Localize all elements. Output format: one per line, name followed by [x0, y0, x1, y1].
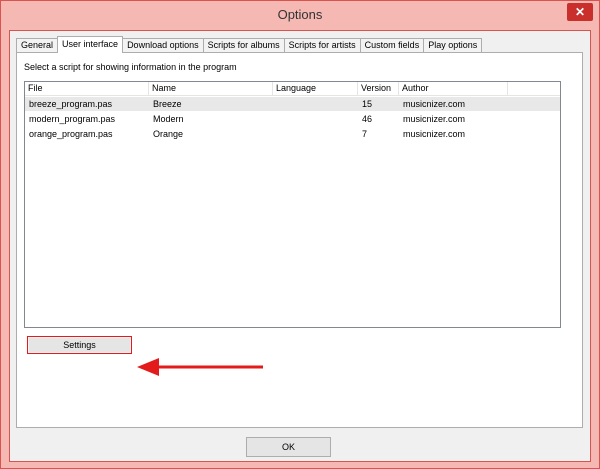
list-item[interactable]: orange_program.pas Orange 7 musicnizer.c… [25, 127, 560, 141]
column-header-author[interactable]: Author [399, 82, 508, 96]
tab-play-options[interactable]: Play options [423, 38, 483, 53]
cell-language [273, 97, 358, 111]
cell-file: modern_program.pas [29, 114, 116, 124]
scripts-list[interactable]: File Name Language Version Author breeze… [24, 81, 561, 328]
tab-custom-fields[interactable]: Custom fields [359, 38, 425, 53]
cell-name: Orange [153, 129, 184, 139]
tab-general[interactable]: General [16, 38, 59, 53]
red-arrow-icon [137, 358, 263, 376]
dialog-client-area: General User interface Download options … [9, 30, 591, 462]
cell-author: musicnizer.com [403, 99, 466, 109]
user-interface-panel: Select a script for showing information … [16, 52, 583, 428]
cell-author: musicnizer.com [403, 114, 466, 124]
settings-button[interactable]: Settings [27, 336, 132, 354]
list-header: File Name Language Version Author [25, 82, 560, 96]
list-item[interactable]: modern_program.pas Modern 46 musicnizer.… [25, 112, 560, 126]
cell-version: 15 [362, 99, 373, 109]
cell-language [273, 127, 358, 141]
column-header-file[interactable]: File [25, 82, 149, 96]
tab-strip: General User interface Download options … [16, 36, 483, 53]
tab-download-options[interactable]: Download options [122, 38, 204, 53]
cell-version: 46 [362, 114, 373, 124]
close-button[interactable]: ✕ [567, 3, 593, 21]
list-item[interactable]: breeze_program.pas Breeze 15 musicnizer.… [25, 97, 560, 111]
options-window: Options ✕ General User interface Downloa… [0, 0, 600, 469]
cell-version: 7 [362, 129, 368, 139]
close-icon: ✕ [574, 5, 586, 19]
window-title: Options [277, 7, 323, 22]
column-header-name[interactable]: Name [149, 82, 273, 96]
column-header-version[interactable]: Version [358, 82, 399, 96]
column-header-language[interactable]: Language [273, 82, 358, 96]
tab-scripts-for-albums[interactable]: Scripts for albums [202, 38, 285, 53]
title-bar[interactable]: Options ✕ [1, 1, 599, 29]
cell-name: Breeze [153, 99, 182, 109]
cell-language [273, 112, 358, 126]
cell-file: breeze_program.pas [29, 99, 113, 109]
panel-prompt: Select a script for showing information … [24, 62, 237, 72]
cell-name: Modern [153, 114, 184, 124]
cell-author: musicnizer.com [403, 129, 466, 139]
tab-scripts-for-artists[interactable]: Scripts for artists [283, 38, 361, 53]
ok-button[interactable]: OK [246, 437, 331, 457]
cell-file: orange_program.pas [29, 129, 113, 139]
tab-user-interface[interactable]: User interface [57, 36, 124, 53]
